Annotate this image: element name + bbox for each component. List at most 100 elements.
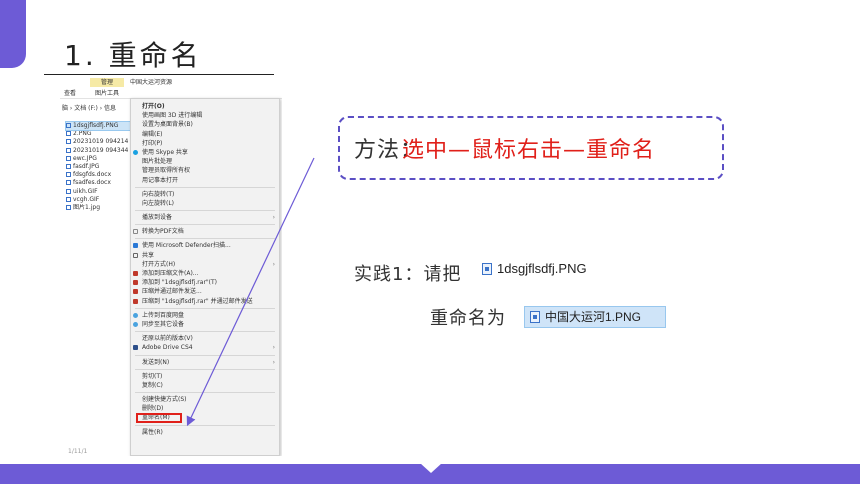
menu-item-share[interactable]: 共享 <box>131 251 279 260</box>
menu-item-label: 上传到百度网盘 <box>142 311 185 319</box>
file-item[interactable]: 图片1.jpg <box>66 204 130 212</box>
menu-item-baidu-upload[interactable]: 上传到百度网盘 <box>131 311 279 320</box>
menu-item-label: 播放到设备 <box>142 214 173 222</box>
file-name: fsadfes.docx <box>73 179 111 187</box>
menu-item-compress-rar-email[interactable]: 压缩到 "1dsgjflsdfj.rar" 并通过邮件发送 <box>131 297 279 306</box>
winrar-icon <box>133 280 138 286</box>
file-item[interactable]: vcgh.GIF <box>66 196 130 204</box>
chevron-right-icon: › <box>272 214 275 222</box>
menu-item-rename[interactable]: 重命名(M) <box>131 413 279 424</box>
image-file-icon <box>66 147 71 153</box>
menu-item-label: 添加到 "1dsgjflsdfj.rar"(T) <box>142 279 218 287</box>
footer-notch <box>420 463 442 473</box>
file-item[interactable]: 20231019 094214 <box>66 138 130 146</box>
menu-item-copy[interactable]: 复制(C) <box>131 381 279 390</box>
tab-view[interactable]: 查看 <box>64 89 76 98</box>
menu-item-skype-share[interactable]: 使用 Skype 共享 <box>131 148 279 157</box>
target-file-chip: 中国大运河1.PNG <box>524 306 666 328</box>
menu-item-compress-email[interactable]: 压缩并通过邮件发送... <box>131 287 279 296</box>
image-file-icon <box>66 123 71 128</box>
page-title: 1. 重命名 <box>64 39 202 72</box>
menu-item-label: 压缩到 "1dsgjflsdfj.rar" 并通过邮件发送 <box>142 297 253 305</box>
menu-item-defender[interactable]: 使用 Microsoft Defender扫描... <box>131 241 279 250</box>
file-name: 2.PNG <box>73 130 92 138</box>
image-file-icon <box>66 188 71 194</box>
menu-separator <box>135 307 275 309</box>
file-item[interactable]: fsadfes.docx <box>66 179 130 187</box>
status-text: 1/11/1 <box>68 448 88 455</box>
menu-item-pdf[interactable]: 转换为PDF文档 <box>131 227 279 236</box>
file-item[interactable]: fdsgfds.docx <box>66 171 130 179</box>
file-item[interactable]: 20231019 094344 <box>66 147 130 155</box>
menu-item-open-with[interactable]: 打开方式(H) › <box>131 260 279 269</box>
menu-separator <box>135 331 275 333</box>
menu-item-label: Adobe Drive CS4 <box>142 344 193 352</box>
file-item[interactable]: 2.PNG <box>66 130 130 138</box>
file-item-selected[interactable]: 1dsgjflsdfj.PNG <box>65 120 131 132</box>
menu-item-label: 压缩并通过邮件发送... <box>142 288 202 296</box>
menu-item-cast[interactable]: 播放到设备 › <box>131 213 279 222</box>
menu-item-sync-devices[interactable]: 同步至其它设备 <box>131 320 279 329</box>
corner-decoration <box>0 0 26 68</box>
ribbon-context-tab[interactable]: 管理 <box>90 78 124 87</box>
winrar-icon <box>133 271 138 276</box>
menu-item-paint3d[interactable]: 使用画图 3D 进行编辑 <box>131 111 279 120</box>
file-item[interactable]: fasdf.JPG <box>66 163 130 171</box>
file-item[interactable]: ewc.JPG <box>66 155 130 163</box>
menu-item-rotate-left[interactable]: 向左旋转(L) <box>131 199 279 208</box>
file-name: 20231019 094344 <box>73 146 129 154</box>
menu-item-delete[interactable]: 删除(D) <box>131 404 279 413</box>
file-name: fasdf.JPG <box>73 162 100 170</box>
menu-item-notepad[interactable]: 用记事本打开 <box>131 176 279 185</box>
menu-item-adobe-drive[interactable]: Adobe Drive CS4 › <box>131 343 279 352</box>
menu-separator <box>135 424 275 426</box>
title-underline <box>44 74 274 75</box>
image-file-icon <box>66 139 71 145</box>
menu-item-label: 使用 Skype 共享 <box>142 148 188 156</box>
menu-item-cut[interactable]: 剪切(T) <box>131 372 279 381</box>
pdf-icon <box>133 229 138 235</box>
tab-picture-tools[interactable]: 图片工具 <box>90 89 124 98</box>
menu-item-rotate-right[interactable]: 向右旋转(T) <box>131 190 279 199</box>
share-icon <box>133 252 138 258</box>
image-file-icon <box>530 311 540 323</box>
menu-item-print[interactable]: 打印(P) <box>131 139 279 148</box>
file-name: vcgh.GIF <box>73 195 100 203</box>
menu-item-properties[interactable]: 属性(R) <box>131 428 279 437</box>
menu-item-batch[interactable]: 图片批处理 <box>131 157 279 166</box>
menu-item-set-wallpaper[interactable]: 设置为桌面背景(B) <box>131 120 279 129</box>
menu-item-label: 共享 <box>142 251 155 259</box>
menu-item-label: 使用 Microsoft Defender扫描... <box>142 242 231 250</box>
menu-item-label: 转换为PDF文档 <box>142 228 184 236</box>
file-name: 1dsgjflsdfj.PNG <box>73 122 119 129</box>
image-file-icon <box>66 196 71 202</box>
ribbon-folder-name: 中国大运河资源 <box>130 79 173 86</box>
menu-item-label: 同步至其它设备 <box>142 320 185 328</box>
rename-label: 重命名为 <box>430 308 506 329</box>
menu-item-restore[interactable]: 还原以前的版本(V) <box>131 334 279 343</box>
menu-item-create-shortcut[interactable]: 创建快捷方式(S) <box>131 395 279 404</box>
menu-item-send-to[interactable]: 发送到(N) › <box>131 358 279 367</box>
menu-separator <box>135 354 275 356</box>
image-file-icon <box>482 263 492 275</box>
menu-item-edit[interactable]: 编辑(E) <box>131 130 279 139</box>
chevron-right-icon: › <box>272 344 275 352</box>
practice-label: 实践1：请把 <box>354 264 462 285</box>
menu-item-open[interactable]: 打开(O) <box>131 102 279 111</box>
chevron-right-icon: › <box>272 358 275 366</box>
menu-item-add-archive[interactable]: 添加到压缩文件(A)... <box>131 269 279 278</box>
menu-item-take-ownership[interactable]: 管理员取得所有权 <box>131 166 279 175</box>
source-file-chip: 1dsgjflsdfj.PNG <box>482 260 587 278</box>
menu-item-label: 添加到压缩文件(A)... <box>142 270 199 277</box>
file-name: ewc.JPG <box>73 154 97 162</box>
menu-separator <box>135 368 275 370</box>
cloud-icon <box>133 312 138 318</box>
shield-icon <box>133 243 138 249</box>
skype-icon <box>133 149 138 155</box>
menu-item-add-rar[interactable]: 添加到 "1dsgjflsdfj.rar"(T) <box>131 278 279 287</box>
file-name: 图片1.jpg <box>73 203 101 211</box>
breadcrumb[interactable]: 脑 › 文档 (F:) › 信息 <box>62 103 116 112</box>
adobe-drive-icon <box>133 345 138 351</box>
file-item[interactable]: uikh.GIF <box>66 188 130 196</box>
method-steps: 选中—鼠标右击—重命名 <box>402 138 656 163</box>
